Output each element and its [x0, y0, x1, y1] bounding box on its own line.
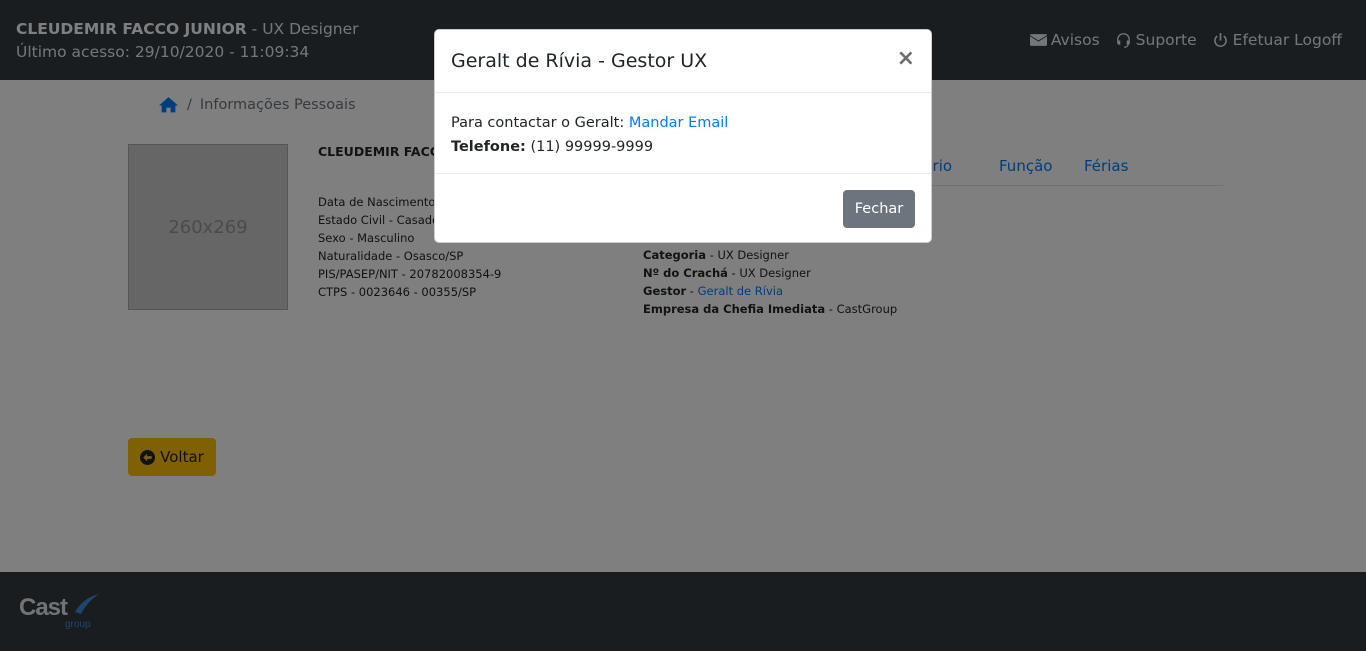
contact-row: Para contactar o Geralt: Mandar Email [451, 111, 915, 135]
manager-modal: Geralt de Rívia - Gestor UX × Para conta… [434, 29, 932, 243]
close-icon[interactable]: × [897, 48, 915, 70]
modal-footer: Fechar [435, 174, 931, 244]
contact-text: Para contactar o Geralt: [451, 115, 629, 131]
phone-row: Telefone: (11) 99999-9999 [451, 135, 915, 159]
modal-header: Geralt de Rívia - Gestor UX × [435, 30, 931, 93]
send-email-link[interactable]: Mandar Email [629, 115, 728, 131]
close-modal-button[interactable]: Fechar [843, 190, 915, 228]
phone-value: (11) 99999-9999 [525, 139, 654, 155]
modal-body: Para contactar o Geralt: Mandar Email Te… [435, 93, 931, 174]
modal-title: Geralt de Rívia - Gestor UX [451, 50, 708, 72]
phone-label: Telefone: [451, 139, 526, 155]
